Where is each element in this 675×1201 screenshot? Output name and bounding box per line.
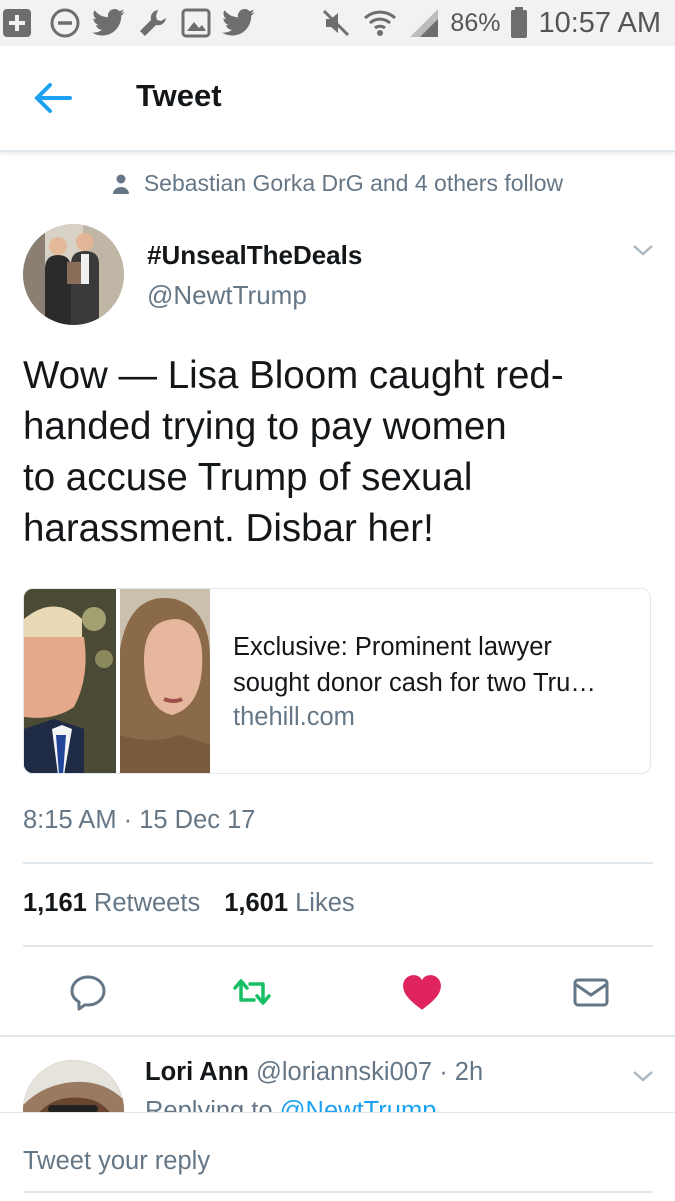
- wrench-icon: [140, 10, 166, 36]
- likes-count[interactable]: 1,601 Likes: [224, 889, 354, 918]
- battery-icon: [511, 7, 528, 38]
- back-arrow-icon[interactable]: [30, 78, 74, 118]
- likes-label: Likes: [295, 889, 355, 917]
- plus-icon: [3, 9, 31, 37]
- divider: [23, 862, 653, 864]
- tweet-text-line: Wow — Lisa Bloom caught red-: [23, 354, 564, 397]
- mute-icon: [323, 9, 350, 37]
- card-title: Exclusive: Prominent lawyer sought donor…: [233, 629, 638, 701]
- reply-handle: @loriannski007: [255, 1058, 433, 1086]
- like-icon[interactable]: [401, 972, 443, 1014]
- input-underline: [23, 1191, 653, 1193]
- retweets-count[interactable]: 1,161 Retweets: [23, 889, 200, 918]
- twitter-bird-icon: [92, 8, 125, 36]
- divider: [23, 945, 653, 947]
- card-thumbnail: [24, 589, 210, 773]
- reply-input[interactable]: [23, 1139, 653, 1183]
- chevron-down-icon[interactable]: [630, 1066, 656, 1086]
- page-title: Tweet: [136, 78, 222, 113]
- image-icon: [181, 8, 211, 38]
- status-bar: 86% 10:57 AM: [0, 0, 675, 46]
- signal-icon: [410, 9, 439, 37]
- tweet-timestamp: 8:15 AM · 15 Dec 17: [23, 806, 256, 834]
- dm-icon[interactable]: [571, 972, 611, 1012]
- social-context-text: Sebastian Gorka DrG and 4 others follow: [143, 170, 564, 196]
- battery-percent: 86%: [450, 8, 501, 37]
- display-name[interactable]: #UnsealTheDeals: [147, 240, 362, 271]
- minus-circle-icon: [50, 8, 80, 38]
- chevron-down-icon[interactable]: [630, 240, 656, 260]
- person-icon: [112, 174, 129, 194]
- clock: 10:57 AM: [538, 6, 661, 39]
- retweets-label: Retweets: [93, 889, 201, 917]
- wifi-icon: [364, 10, 397, 36]
- tweet-text-line: harassment. Disbar her!: [23, 507, 434, 550]
- retweets-number: 1,161: [23, 889, 87, 917]
- card-title-line: sought donor cash for two Tru…: [233, 669, 596, 697]
- card-domain: thehill.com: [233, 703, 355, 731]
- card-title-line: Exclusive: Prominent lawyer: [233, 633, 552, 661]
- reply-display-name: Lori Ann: [145, 1058, 249, 1086]
- app-bar: Tweet: [0, 46, 675, 152]
- tweet-text-line: handed trying to pay women: [23, 405, 507, 448]
- link-card[interactable]: Exclusive: Prominent lawyer sought donor…: [23, 588, 651, 774]
- twitter-bird-icon: [222, 8, 255, 36]
- reply-author[interactable]: Lori Ann @loriannski007 · 2h: [145, 1058, 483, 1087]
- engagement-counts: 1,161 Retweets 1,601 Likes: [23, 889, 355, 918]
- divider: [0, 1035, 675, 1037]
- user-handle[interactable]: @NewtTrump: [147, 280, 307, 311]
- system-icons: 86% 10:57 AM: [320, 5, 661, 41]
- reply-composer: [0, 1112, 675, 1201]
- likes-number: 1,601: [224, 889, 289, 917]
- notification-icons: [0, 4, 256, 42]
- retweet-icon[interactable]: [232, 972, 272, 1012]
- social-context[interactable]: Sebastian Gorka DrG and 4 others follow: [0, 170, 675, 197]
- tweet-text-line: to accuse Trump of sexual: [23, 456, 473, 499]
- reply-time: · 2h: [439, 1058, 484, 1086]
- reply-icon[interactable]: [68, 972, 108, 1012]
- tweet-text: Wow — Lisa Bloom caught red- handed tryi…: [23, 350, 643, 554]
- avatar[interactable]: [23, 224, 124, 325]
